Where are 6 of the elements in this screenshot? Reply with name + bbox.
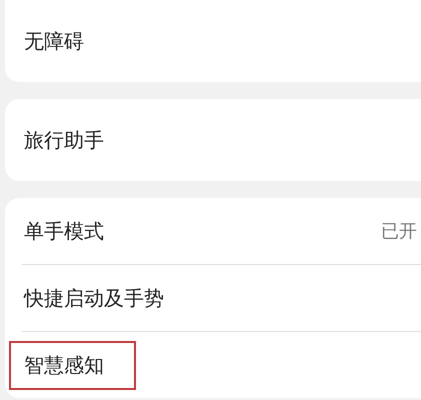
setting-label[interactable]: 智慧感知 [9, 340, 136, 390]
setting-label[interactable]: 旅行助手 [9, 116, 119, 164]
setting-value: 已开 [381, 220, 417, 243]
setting-label[interactable]: 快捷启动及手势 [9, 274, 179, 322]
setting-label[interactable]: 单手模式 [9, 206, 119, 256]
setting-label[interactable]: 无障碍 [9, 16, 99, 66]
